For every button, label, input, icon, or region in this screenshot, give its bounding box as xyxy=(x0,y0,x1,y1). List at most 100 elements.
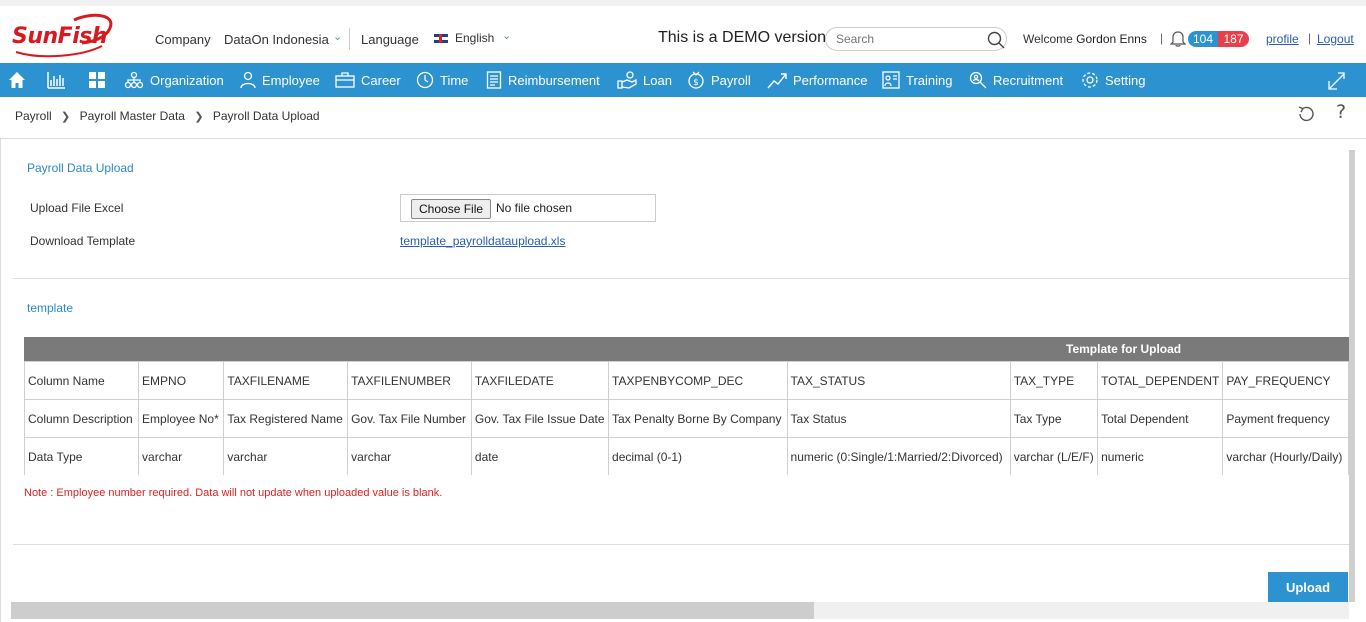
company-label: Company xyxy=(155,32,211,47)
company-select[interactable]: DataOn Indonesia xyxy=(224,32,329,47)
welcome-prefix: Welcome xyxy=(1023,32,1073,46)
nav-label: Setting xyxy=(1105,72,1146,88)
search-person-icon xyxy=(969,71,987,89)
table-cell: numeric xyxy=(1097,437,1224,475)
alert-count-badge[interactable]: 187 xyxy=(1218,31,1249,47)
table-cell: Tax Type xyxy=(1009,399,1099,438)
profile-link[interactable]: profile xyxy=(1266,32,1299,46)
template-table-title: Template for Upload xyxy=(1066,342,1182,356)
sunfish-logo[interactable]: SunFish xyxy=(12,12,122,60)
refresh-icon[interactable] xyxy=(1296,104,1316,124)
table-cell: date xyxy=(470,437,610,475)
gear-icon xyxy=(1082,72,1098,88)
nav-time[interactable]: Time xyxy=(416,63,468,97)
vertical-scrollbar[interactable] xyxy=(1349,150,1355,602)
nav-label: Time xyxy=(440,72,469,88)
nav-setting[interactable]: Setting xyxy=(1081,63,1145,97)
table-cell: decimal (0-1) xyxy=(608,437,788,475)
table-cell: TAX_STATUS xyxy=(786,361,1011,400)
horizontal-scrollbar-thumb[interactable] xyxy=(11,602,814,619)
chart-line-icon xyxy=(767,73,787,89)
apps-grid-icon[interactable] xyxy=(88,63,112,97)
dashboard-icon[interactable] xyxy=(46,63,72,97)
table-cell: Tax Registered Name xyxy=(223,399,349,438)
clock-icon xyxy=(416,71,434,89)
table-cell: varchar (Hourly/Daily) xyxy=(1222,437,1349,475)
search-icon[interactable] xyxy=(987,31,1005,49)
search-box[interactable] xyxy=(825,27,1007,51)
nav-organization[interactable]: Organization xyxy=(124,63,224,97)
nav-loan[interactable]: Loan xyxy=(617,63,672,97)
table-cell: numeric (0:Single/1:Married/2:Divorced) xyxy=(786,437,1011,475)
language-select[interactable]: English xyxy=(455,31,494,45)
nav-recruitment[interactable]: Recruitment xyxy=(969,63,1063,97)
table-cell: Payment frequency xyxy=(1222,399,1349,438)
training-icon xyxy=(882,71,900,89)
table-cell: Gov. Tax File Issue Date xyxy=(470,399,610,438)
table-cell: varchar (L/E/F) xyxy=(1009,437,1099,475)
nav-training[interactable]: Training xyxy=(882,63,952,97)
breadcrumb: Payroll ❯ Payroll Master Data ❯ Payroll … xyxy=(15,109,320,123)
home-icon[interactable] xyxy=(7,63,33,97)
template-table-header: Template for Upload xyxy=(24,337,1349,361)
main-nav: Organization Employee Career Time Reimbu… xyxy=(0,63,1366,97)
separator: | xyxy=(1308,31,1312,45)
chevron-down-icon[interactable]: ⌄ xyxy=(333,30,342,43)
table-cell: PAY_FREQUENCY xyxy=(1222,361,1349,400)
table-cell: Employee No* xyxy=(138,399,225,438)
table-cell: Tax Penalty Borne By Company xyxy=(608,399,788,438)
table-cell: Gov. Tax File Number xyxy=(347,399,472,438)
loan-icon xyxy=(617,71,637,89)
search-input[interactable] xyxy=(836,32,976,46)
upload-button[interactable]: Upload xyxy=(1268,572,1348,604)
demo-banner: This is a DEMO version xyxy=(658,29,827,46)
file-input[interactable]: Choose File No file chosen xyxy=(400,194,656,222)
table-cell: TAXFILENUMBER xyxy=(347,361,472,400)
choose-file-button[interactable]: Choose File xyxy=(411,199,492,219)
file-status: No file chosen xyxy=(496,201,573,215)
nav-label: Payroll xyxy=(711,72,751,88)
svg-text:$: $ xyxy=(693,78,699,88)
nav-employee[interactable]: Employee xyxy=(240,63,320,97)
chevron-down-icon[interactable]: ⌄ xyxy=(502,29,511,42)
nav-label: Training xyxy=(906,72,953,88)
notification-count-badge[interactable]: 104 xyxy=(1188,31,1218,47)
nav-label: Career xyxy=(361,72,401,88)
table-cell: Total Dependent xyxy=(1097,399,1224,438)
table-cell: Column Name xyxy=(24,361,140,400)
nav-label: Performance xyxy=(793,72,868,88)
briefcase-icon xyxy=(335,72,355,88)
nav-payroll[interactable]: $ Payroll xyxy=(687,63,751,97)
table-cell: TAXPENBYCOMP_DEC xyxy=(608,361,788,400)
welcome-text: Welcome Gordon Enns xyxy=(1023,32,1147,46)
breadcrumb-payroll[interactable]: Payroll xyxy=(15,109,52,123)
expand-icon[interactable] xyxy=(1327,63,1353,97)
table-cell: varchar xyxy=(223,437,349,475)
divider xyxy=(13,544,1349,545)
table-cell: Column Description xyxy=(24,399,140,438)
table-cell: TAX_TYPE xyxy=(1009,361,1099,400)
nav-performance[interactable]: Performance xyxy=(767,63,867,97)
nav-label: Reimbursement xyxy=(508,72,600,88)
bell-icon[interactable] xyxy=(1170,30,1186,47)
receipt-icon xyxy=(486,71,502,89)
logo-text: SunFish xyxy=(12,24,108,49)
table-cell: TAXFILEDATE xyxy=(470,361,610,400)
nav-reimbursement[interactable]: Reimbursement xyxy=(486,63,600,97)
nav-label: Organization xyxy=(150,72,224,88)
help-icon[interactable]: ? xyxy=(1336,101,1346,123)
template-download-link[interactable]: template_payrolldataupload.xls xyxy=(400,234,565,248)
template-table-container[interactable]: Template for Upload Column Name EMPNO TA… xyxy=(24,337,1349,475)
required-note: Note : Employee number required. Data wi… xyxy=(24,487,443,499)
top-bar: SunFish Company DataOn Indonesia ⌄ Langu… xyxy=(0,0,1366,63)
download-template-label: Download Template xyxy=(30,234,136,248)
table-cell: Tax Status xyxy=(786,399,1011,438)
section-title-template: template xyxy=(27,301,74,315)
breadcrumb-payroll-master-data[interactable]: Payroll Master Data xyxy=(80,109,185,123)
nav-career[interactable]: Career xyxy=(335,63,401,97)
table-cell: TOTAL_DEPENDENT xyxy=(1097,361,1224,400)
chevron-right-icon: ❯ xyxy=(61,111,71,123)
logout-link[interactable]: Logout xyxy=(1317,32,1354,46)
table-cell: varchar xyxy=(138,437,225,475)
employee-icon xyxy=(240,71,256,89)
